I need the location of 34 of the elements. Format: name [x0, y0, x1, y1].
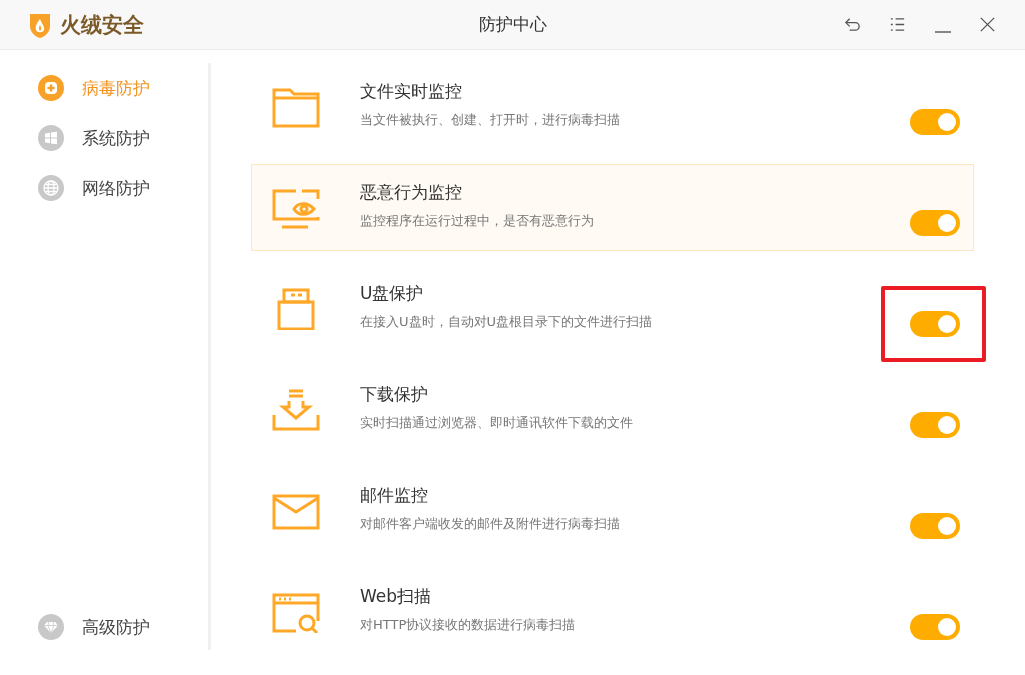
- window-title: 防护中心: [478, 14, 547, 34]
- folder-icon: [272, 86, 320, 128]
- toggle-switch[interactable]: [910, 412, 960, 438]
- sidebar-icon: [38, 125, 64, 151]
- monitor-eye-icon: [272, 187, 320, 229]
- toggle-switch[interactable]: [910, 210, 960, 236]
- menu-icon: [888, 15, 907, 34]
- feature-description: 对邮件客户端收发的邮件及附件进行病毒扫描: [360, 515, 621, 533]
- feature-title: U盘保护: [360, 282, 425, 305]
- feature-title: Web扫描: [360, 585, 433, 608]
- download-icon: [272, 389, 320, 431]
- minimize-icon: [934, 30, 951, 33]
- feature-description: 在接入U盘时，自动对U盘根目录下的文件进行扫描: [360, 313, 654, 331]
- feature-title: 文件实时监控: [360, 80, 463, 103]
- sidebar-item[interactable]: 高级防护: [38, 614, 150, 640]
- toggle-switch[interactable]: [910, 311, 960, 337]
- close-icon: [978, 15, 997, 34]
- feature-description: 对HTTP协议接收的数据进行病毒扫描: [360, 616, 577, 634]
- feature-title: 恶意行为监控: [360, 181, 463, 204]
- feature-title: 下载保护: [360, 383, 429, 406]
- toggle-switch[interactable]: [910, 614, 960, 640]
- web-search-icon: [272, 591, 320, 633]
- toggle-switch[interactable]: [910, 513, 960, 539]
- feature-description: 监控程序在运行过程中，是否有恶意行为: [360, 212, 595, 230]
- toggle-switch[interactable]: [910, 109, 960, 135]
- feature-description: 实时扫描通过浏览器、即时通讯软件下载的文件: [360, 414, 634, 432]
- feature-description: 当文件被执行、创建、打开时，进行病毒扫描: [360, 111, 621, 129]
- sidebar-item[interactable]: 系统防护: [38, 125, 208, 151]
- app-name: 火绒安全: [60, 11, 144, 39]
- sidebar-icon: [38, 75, 64, 101]
- sidebar-item[interactable]: 网络防护: [38, 175, 208, 201]
- sidebar-icon: [38, 614, 64, 640]
- sidebar-icon: [38, 175, 64, 201]
- feature-title: 邮件监控: [360, 484, 429, 507]
